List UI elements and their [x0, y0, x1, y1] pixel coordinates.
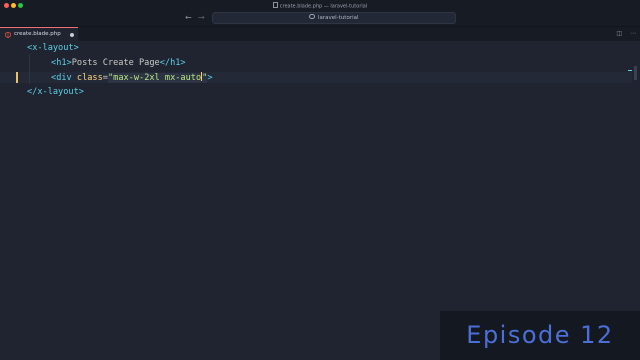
token-punctuation: > [73, 43, 79, 53]
token-tag: h1 [170, 58, 181, 68]
toolbar: ← → laravel-tutorial [0, 11, 640, 27]
laravel-icon [5, 32, 11, 38]
indent-guide [29, 54, 30, 84]
code-line-2: <h1>Posts Create Page</h1> [51, 58, 186, 69]
search-icon [309, 13, 315, 20]
arrow-right-icon[interactable]: → [198, 13, 205, 23]
unsaved-indicator-icon[interactable] [70, 33, 74, 37]
split-editor-icon[interactable]: ◫ [616, 30, 622, 37]
episode-overlay: Episode 12 [440, 311, 640, 360]
episode-label: Episode 12 [466, 321, 614, 349]
window-title: create.blade.php — laravel-tutorial [0, 2, 640, 10]
window-title-text: create.blade.php — laravel-tutorial [279, 3, 368, 10]
token-punctuation: > [78, 87, 84, 97]
vertical-scrollbar[interactable] [634, 66, 637, 80]
title-bar: create.blade.php — laravel-tutorial [0, 0, 640, 11]
editor-actions: ◫ ⋯ [610, 30, 636, 37]
token-tag: x-layout [37, 87, 79, 97]
token-punctuation: > [180, 58, 186, 68]
more-actions-icon[interactable]: ⋯ [630, 30, 636, 37]
code-line-4: </x-layout> [27, 87, 84, 98]
token-attribute: class [76, 73, 103, 83]
tab-bar: create.blade.php ◫ ⋯ [0, 27, 640, 42]
token-text: Posts Create Page [71, 58, 160, 68]
code-line-3: <div class="max-w-2xl mx-auto"> [51, 72, 213, 84]
overview-ruler-marker [628, 70, 632, 71]
command-center-search[interactable]: laravel-tutorial [212, 12, 456, 24]
tab-create-blade[interactable]: create.blade.php [0, 27, 78, 42]
token-punctuation: </ [27, 87, 38, 97]
search-text: laravel-tutorial [317, 15, 359, 21]
token-tag: h1 [56, 58, 67, 68]
token-punctuation: </ [159, 58, 171, 68]
token-tag: x-layout [32, 43, 74, 53]
modified-line-marker [16, 72, 18, 83]
code-line-1: <x-layout> [27, 43, 79, 54]
token-string: max-w-2xl mx-auto [113, 73, 202, 83]
file-icon [272, 2, 278, 8]
tab-label: create.blade.php [14, 31, 61, 37]
arrow-left-icon[interactable]: ← [185, 13, 192, 23]
token-punctuation: > [207, 73, 213, 83]
token-tag: div [56, 73, 72, 83]
